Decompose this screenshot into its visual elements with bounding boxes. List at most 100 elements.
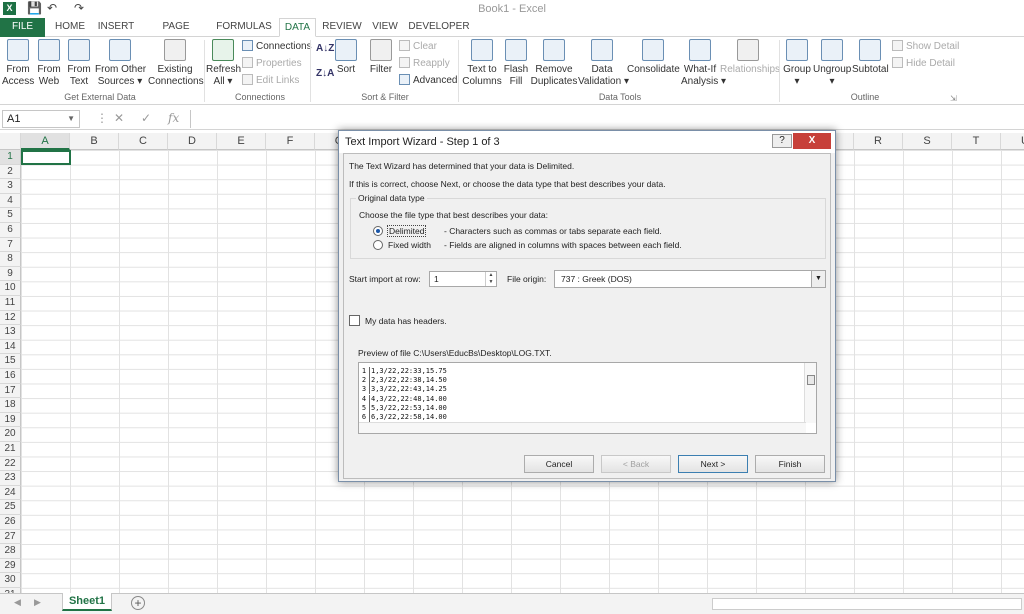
- hide-detail-button[interactable]: Hide Detail: [892, 57, 955, 71]
- row-header[interactable]: 4: [0, 193, 21, 209]
- column-header[interactable]: S: [903, 133, 952, 150]
- tab-file[interactable]: FILE: [0, 18, 45, 37]
- fixed-width-label[interactable]: Fixed width: [388, 240, 431, 250]
- group-button[interactable]: Group ▾: [782, 39, 812, 88]
- row-header[interactable]: 7: [0, 237, 21, 253]
- row-header[interactable]: 16: [0, 369, 21, 384]
- row-header[interactable]: 20: [0, 427, 21, 442]
- ungroup-button[interactable]: Ungroup ▾: [813, 39, 851, 88]
- finish-button[interactable]: Finish: [755, 455, 825, 473]
- dialog-launcher-icon[interactable]: ⇲: [950, 92, 957, 106]
- from-access-button[interactable]: From Access: [2, 39, 34, 88]
- row-header[interactable]: 2: [0, 164, 21, 180]
- column-header[interactable]: D: [168, 133, 217, 150]
- tab-developer[interactable]: DEVELOPER: [407, 18, 471, 37]
- preview-vertical-scrollbar[interactable]: [804, 363, 816, 423]
- clear-button[interactable]: Clear: [399, 40, 437, 54]
- row-header[interactable]: 29: [0, 558, 21, 574]
- tab-data[interactable]: DATA: [279, 18, 316, 37]
- insert-function-icon[interactable]: fx: [168, 111, 179, 125]
- column-header[interactable]: C: [119, 133, 168, 150]
- headers-checkbox[interactable]: [349, 315, 360, 326]
- row-header[interactable]: 19: [0, 412, 21, 428]
- remove-duplicates-button[interactable]: Remove Duplicates: [530, 39, 578, 88]
- column-header[interactable]: R: [854, 133, 903, 150]
- delimited-radio[interactable]: [373, 226, 383, 236]
- file-preview[interactable]: 1 1,3/22,22:33,15.75 2 2,3/22,22:38,14.50 3 3…: [358, 362, 817, 434]
- row-header[interactable]: 1: [0, 150, 21, 165]
- data-validation-button[interactable]: Data Validation ▾: [578, 39, 629, 88]
- advanced-button[interactable]: Advanced: [399, 74, 457, 88]
- column-header[interactable]: E: [217, 133, 266, 150]
- column-header[interactable]: F: [266, 133, 315, 150]
- consolidate-button[interactable]: Consolidate: [627, 39, 680, 76]
- sheet-tab-sheet1[interactable]: Sheet1: [62, 593, 112, 611]
- close-icon[interactable]: X: [793, 133, 831, 149]
- row-header[interactable]: 5: [0, 208, 21, 223]
- help-icon[interactable]: ?: [772, 134, 792, 148]
- scroll-thumb[interactable]: [807, 375, 815, 385]
- row-header[interactable]: 25: [0, 500, 21, 515]
- filter-button[interactable]: Filter: [366, 39, 396, 76]
- select-all-corner[interactable]: [0, 133, 21, 150]
- scroll-left-icon[interactable]: ◀: [14, 597, 21, 608]
- row-header[interactable]: 22: [0, 456, 21, 472]
- enter-icon[interactable]: ✓: [141, 111, 151, 125]
- from-web-button[interactable]: From Web: [35, 39, 63, 88]
- what-if-analysis-button[interactable]: What-If Analysis ▾: [681, 39, 726, 88]
- row-header[interactable]: 24: [0, 485, 21, 501]
- tab-insert[interactable]: INSERT: [95, 18, 137, 37]
- add-sheet-icon[interactable]: +: [131, 596, 145, 610]
- subtotal-button[interactable]: Subtotal: [852, 39, 889, 76]
- fixed-width-radio[interactable]: [373, 240, 383, 250]
- properties-button[interactable]: Properties: [242, 57, 302, 71]
- reapply-button[interactable]: Reapply: [399, 57, 450, 71]
- row-header[interactable]: 30: [0, 573, 21, 588]
- horizontal-scrollbar[interactable]: [712, 598, 1022, 610]
- delimited-label[interactable]: Delimited: [387, 225, 427, 237]
- row-header[interactable]: 14: [0, 339, 21, 355]
- tab-home[interactable]: HOME: [50, 18, 90, 37]
- existing-connections-button[interactable]: Existing Connections: [148, 39, 204, 88]
- tab-review[interactable]: REVIEW: [320, 18, 364, 37]
- name-box[interactable]: A1 ▼: [2, 110, 80, 128]
- chevron-down-icon[interactable]: ▼: [811, 271, 825, 287]
- selected-cell[interactable]: [21, 150, 71, 165]
- chevron-down-icon[interactable]: ▼: [67, 111, 75, 127]
- flash-fill-button[interactable]: Flash Fill: [503, 39, 529, 88]
- row-header[interactable]: 15: [0, 354, 21, 369]
- back-button[interactable]: < Back: [601, 455, 671, 473]
- preview-horizontal-scrollbar[interactable]: [359, 422, 806, 433]
- column-header[interactable]: U: [1001, 133, 1024, 150]
- row-header[interactable]: 9: [0, 266, 21, 282]
- row-header[interactable]: 6: [0, 223, 21, 238]
- row-header[interactable]: 26: [0, 515, 21, 530]
- start-row-stepper[interactable]: 1 ▲ ▼: [429, 271, 497, 287]
- from-text-button[interactable]: From Text: [64, 39, 94, 88]
- file-origin-select[interactable]: 737 : Greek (DOS) ▼: [554, 270, 826, 288]
- row-header[interactable]: 23: [0, 471, 21, 486]
- cancel-button[interactable]: Cancel: [524, 455, 594, 473]
- column-header[interactable]: A: [21, 133, 70, 150]
- column-header[interactable]: B: [70, 133, 119, 150]
- tab-formulas[interactable]: FORMULAS: [214, 18, 274, 37]
- row-header[interactable]: 13: [0, 325, 21, 340]
- relationships-button[interactable]: Relationships: [720, 39, 780, 76]
- row-header[interactable]: 8: [0, 252, 21, 267]
- row-header[interactable]: 3: [0, 179, 21, 194]
- stepper-arrows-icon[interactable]: ▲ ▼: [485, 272, 496, 286]
- cancel-icon[interactable]: ✕: [114, 111, 124, 125]
- tab-page-layout[interactable]: PAGE LAYOUT: [142, 18, 210, 50]
- row-header[interactable]: 11: [0, 296, 21, 311]
- scroll-right-icon[interactable]: ▶: [34, 597, 41, 608]
- text-to-columns-button[interactable]: Text to Columns: [461, 39, 503, 88]
- formula-input[interactable]: [190, 110, 1024, 128]
- next-button[interactable]: Next >: [678, 455, 748, 473]
- edit-links-button[interactable]: Edit Links: [242, 74, 299, 88]
- from-other-sources-button[interactable]: From Other Sources ▾: [95, 39, 146, 88]
- tab-view[interactable]: VIEW: [368, 18, 402, 37]
- row-header[interactable]: 28: [0, 544, 21, 559]
- refresh-all-button[interactable]: Refresh All ▾: [206, 39, 241, 88]
- headers-label[interactable]: My data has headers.: [365, 316, 447, 326]
- row-header[interactable]: 10: [0, 281, 21, 296]
